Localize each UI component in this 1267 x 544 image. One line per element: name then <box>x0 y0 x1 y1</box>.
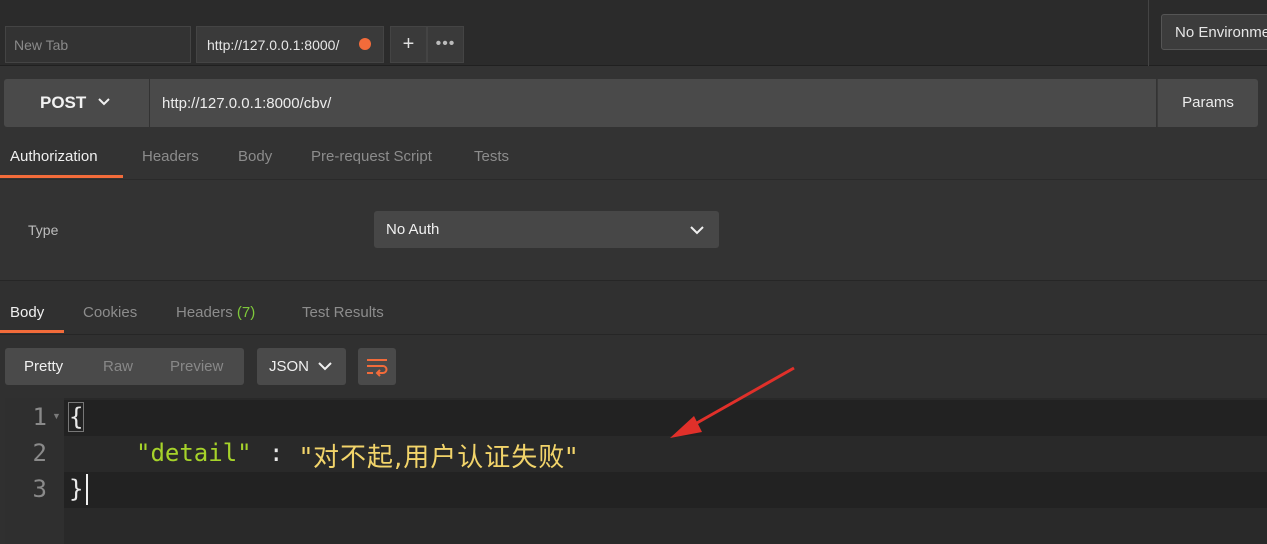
unsaved-changes-dot-icon <box>359 38 371 50</box>
json-string-value: "对不起,用户认证失败" <box>300 443 579 473</box>
tab-strip-divider <box>1148 0 1149 66</box>
arrow-annotation-icon <box>670 366 795 438</box>
url-input[interactable] <box>150 79 1156 127</box>
json-colon: : <box>269 439 284 467</box>
chevron-down-icon <box>98 98 110 106</box>
fold-toggle-icon[interactable]: ▼ <box>52 411 61 421</box>
wrap-text-icon <box>367 359 388 377</box>
environment-select[interactable]: No Environment <box>1161 14 1267 50</box>
json-brace-open: { <box>67 402 85 432</box>
line-number: 1 <box>32 403 47 431</box>
tab-request[interactable]: http://127.0.0.1:8000/ <box>196 26 384 63</box>
pretty-button[interactable]: Pretty <box>24 348 63 385</box>
add-tab-button[interactable]: + <box>390 26 427 63</box>
active-tab-indicator <box>0 330 64 333</box>
response-tab-body[interactable]: Body <box>10 304 44 321</box>
preview-button[interactable]: Preview <box>170 348 223 385</box>
response-tab-headers-label: Headers <box>176 304 233 321</box>
headers-count-badge: (7) <box>236 304 256 321</box>
params-button[interactable]: Params <box>1157 79 1258 127</box>
tab-tests[interactable]: Tests <box>474 148 509 178</box>
new-tab[interactable]: New Tab <box>5 26 191 63</box>
text-cursor <box>86 474 88 505</box>
auth-type-select[interactable]: No Auth <box>374 211 719 248</box>
active-tab-indicator <box>0 175 123 178</box>
tab-body[interactable]: Body <box>238 148 272 178</box>
divider <box>0 179 1267 180</box>
raw-button[interactable]: Raw <box>103 348 133 385</box>
tab-headers[interactable]: Headers <box>142 148 199 178</box>
chevron-down-icon <box>318 362 332 371</box>
method-select[interactable]: POST <box>4 79 149 127</box>
chevron-down-icon <box>690 226 704 235</box>
divider <box>0 334 1267 335</box>
more-tabs-button[interactable]: ••• <box>427 26 464 63</box>
code-line-highlight <box>64 472 1267 508</box>
tab-pre-request-script[interactable]: Pre-request Script <box>311 148 432 178</box>
response-tab-headers[interactable]: Headers (7) <box>176 304 255 321</box>
json-key: "detail" <box>136 439 252 467</box>
json-brace-close: } <box>69 475 84 503</box>
line-number: 2 <box>32 439 47 467</box>
tab-authorization[interactable]: Authorization <box>10 148 98 178</box>
response-tab-cookies[interactable]: Cookies <box>83 304 137 321</box>
line-number: 3 <box>32 475 47 503</box>
auth-type-label: Type <box>28 222 59 238</box>
format-select[interactable]: JSON <box>257 348 346 385</box>
response-tab-test-results[interactable]: Test Results <box>302 304 384 321</box>
